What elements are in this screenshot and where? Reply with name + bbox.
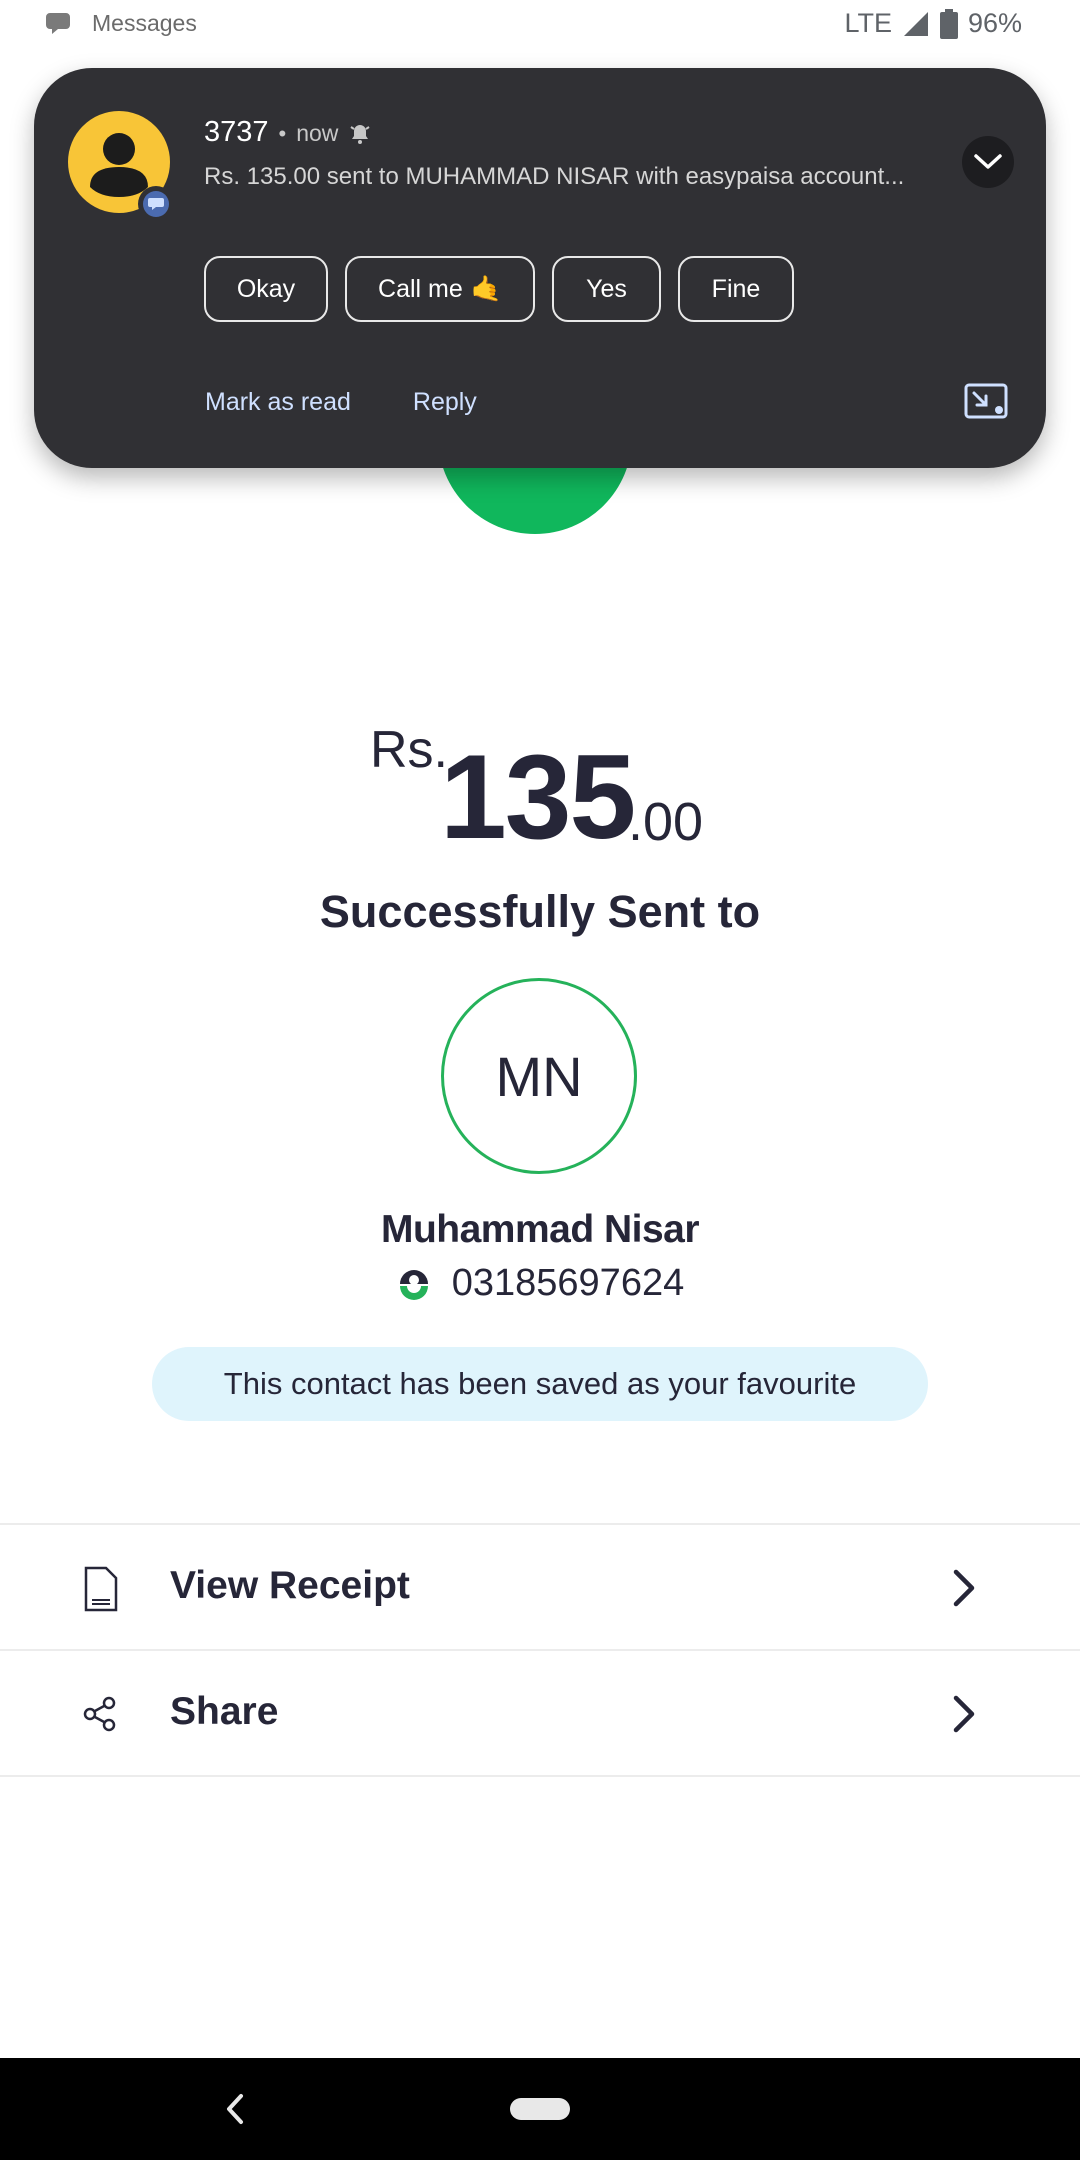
smart-reply-chips: Okay Call me 🤙 Yes Fine: [204, 256, 794, 322]
messages-badge-icon: [138, 186, 174, 222]
smart-reply-okay[interactable]: Okay: [204, 256, 328, 322]
receipt-icon: [84, 1566, 118, 1612]
battery-percent: 96%: [967, 8, 1022, 38]
smart-reply-fine[interactable]: Fine: [678, 256, 794, 322]
favourite-saved-banner: This contact has been saved as your favo…: [152, 1347, 928, 1421]
chip-label: Okay: [236, 274, 296, 303]
recipient-initials: MN: [495, 1044, 583, 1108]
amount-decimal: .00: [628, 792, 704, 852]
system-navigation-bar: [0, 2058, 1080, 2160]
status-left: Messages: [46, 10, 197, 37]
reply-button[interactable]: Reply: [413, 388, 477, 417]
notification-sender: 3737: [204, 116, 269, 148]
chip-label: Yes: [586, 274, 627, 303]
smart-reply-yes[interactable]: Yes: [552, 256, 661, 322]
home-pill-button[interactable]: [510, 2098, 570, 2120]
chip-label: Call me: [378, 274, 463, 303]
share-row[interactable]: Share: [0, 1652, 1080, 1776]
favourite-message: This contact has been saved as your favo…: [223, 1366, 857, 1401]
share-label: Share: [170, 1690, 279, 1733]
amount-whole: 135: [440, 730, 636, 864]
status-right: LTE 96%: [844, 8, 1022, 39]
status-app-name: Messages: [92, 10, 197, 36]
recipient-phone: 03185697624: [451, 1262, 685, 1304]
sms-notification[interactable]: 3737 • now Rs. 135.00 sent to MUHAMMAD N…: [34, 68, 1046, 468]
notification-header: 3737 • now: [204, 116, 372, 149]
chevron-right-icon: [953, 1569, 975, 1607]
battery-icon: [939, 8, 958, 39]
expand-chevron-icon[interactable]: [962, 136, 1014, 188]
notification-actions: Mark as read Reply: [205, 388, 477, 417]
messages-app-icon: [46, 12, 70, 34]
divider: [0, 1523, 1080, 1525]
share-icon: [83, 1696, 116, 1732]
notification-time: now: [296, 120, 339, 146]
recipient-initials-avatar: MN: [441, 978, 637, 1174]
mark-as-read-button[interactable]: Mark as read: [205, 388, 351, 417]
back-icon[interactable]: [224, 2092, 246, 2126]
chevron-right-icon: [953, 1695, 975, 1733]
view-receipt-label: View Receipt: [170, 1564, 410, 1607]
network-type: LTE: [844, 8, 892, 38]
amount-currency: Rs.: [370, 721, 448, 779]
smart-reply-call-me[interactable]: Call me 🤙: [345, 256, 535, 322]
divider: [0, 1649, 1080, 1651]
header-separator: •: [278, 121, 287, 146]
chip-label: Fine: [711, 274, 761, 303]
picture-in-picture-icon[interactable]: [964, 383, 1008, 419]
status-bar: Messages LTE 96%: [0, 0, 1080, 50]
recipient-phone-row: 03185697624: [0, 1262, 1080, 1305]
recipient-name: Muhammad Nisar: [380, 1208, 700, 1251]
view-receipt-row[interactable]: View Receipt: [0, 1526, 1080, 1650]
alert-bell-icon: [350, 124, 370, 144]
divider: [0, 1775, 1080, 1777]
notification-body: Rs. 135.00 sent to MUHAMMAD NISAR with e…: [204, 163, 905, 190]
sent-amount: Rs. 135 .00: [0, 705, 1080, 875]
signal-icon: [903, 11, 928, 36]
call-me-hand-icon: 🤙: [470, 274, 502, 303]
easypaisa-logo-icon: [399, 1269, 428, 1300]
success-title: Successfully Sent to: [319, 886, 761, 937]
